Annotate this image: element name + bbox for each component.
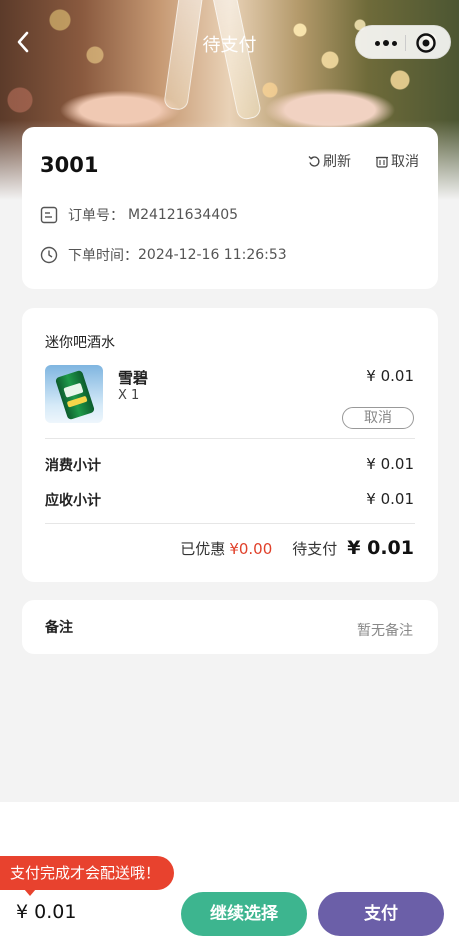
dot-icon bbox=[375, 40, 380, 46]
cancel-order-button[interactable]: 取消 bbox=[376, 151, 419, 171]
discount-value: ¥0.00 bbox=[229, 540, 273, 558]
order-items-card: 迷你吧酒水 雪碧 X 1 ¥ 0.01 取消 消费小计 ¥ 0.01 应收小计 … bbox=[22, 308, 438, 582]
receivable-subtotal-value: ¥ 0.01 bbox=[366, 490, 414, 508]
miniprogram-capsule bbox=[355, 25, 451, 59]
navigation-bar: 待支付 bbox=[0, 22, 459, 62]
pending-label: 待支付 bbox=[292, 540, 338, 558]
document-icon bbox=[40, 206, 58, 224]
remark-card: 备注 暂无备注 bbox=[22, 600, 438, 654]
product-price: ¥ 0.01 bbox=[366, 367, 414, 385]
order-time-value: 2024-12-16 11:26:53 bbox=[138, 247, 287, 263]
refresh-button[interactable]: 刷新 bbox=[308, 151, 351, 171]
cancel-item-button[interactable]: 取消 bbox=[342, 407, 414, 429]
consume-subtotal-value: ¥ 0.01 bbox=[366, 455, 414, 473]
target-close-icon bbox=[416, 33, 436, 53]
capsule-divider bbox=[405, 35, 406, 51]
order-number-row: 订单号： M24121634405 bbox=[40, 205, 238, 225]
pending-value: ¥ 0.01 bbox=[347, 537, 414, 559]
delivery-tip-bubble: 支付完成才会配送哦！ bbox=[0, 856, 175, 896]
divider bbox=[45, 438, 415, 439]
order-time-row: 下单时间： 2024-12-16 11:26:53 bbox=[40, 245, 287, 265]
close-miniprogram-button[interactable] bbox=[415, 32, 437, 54]
category-title: 迷你吧酒水 bbox=[45, 335, 115, 351]
totals-row: 已优惠 ¥0.00 待支付 ¥ 0.01 bbox=[180, 537, 414, 559]
continue-selecting-button[interactable]: 继续选择 bbox=[181, 892, 307, 936]
clock-icon bbox=[40, 246, 58, 264]
product-image bbox=[45, 365, 103, 423]
divider bbox=[45, 523, 415, 524]
order-number-label: 订单号： bbox=[68, 208, 124, 224]
dot-icon bbox=[383, 40, 389, 46]
product-quantity: X 1 bbox=[118, 388, 140, 403]
remark-value: 暂无备注 bbox=[357, 623, 413, 639]
table-number: 3001 bbox=[40, 153, 99, 177]
order-time-label: 下单时间： bbox=[68, 248, 138, 264]
consume-subtotal-label: 消费小计 bbox=[45, 458, 101, 474]
more-options-button[interactable] bbox=[370, 32, 402, 54]
discount-label: 已优惠 bbox=[180, 540, 226, 558]
dot-icon bbox=[392, 40, 397, 46]
receivable-subtotal-label: 应收小计 bbox=[45, 493, 101, 509]
order-info-card: 3001 刷新 取消 订单号： M24121634405 下单时间： 2024-… bbox=[22, 127, 438, 289]
cancel-order-label: 取消 bbox=[391, 154, 419, 170]
product-name: 雪碧 bbox=[118, 369, 149, 387]
order-number-value: M24121634405 bbox=[128, 207, 239, 223]
remark-label: 备注 bbox=[45, 620, 73, 636]
bottom-total: ¥ 0.01 bbox=[16, 901, 77, 923]
trash-icon bbox=[376, 156, 388, 168]
pay-button[interactable]: 支付 bbox=[318, 892, 444, 936]
refresh-label: 刷新 bbox=[323, 154, 351, 170]
refresh-icon bbox=[308, 155, 320, 167]
soda-can-image bbox=[54, 369, 96, 421]
